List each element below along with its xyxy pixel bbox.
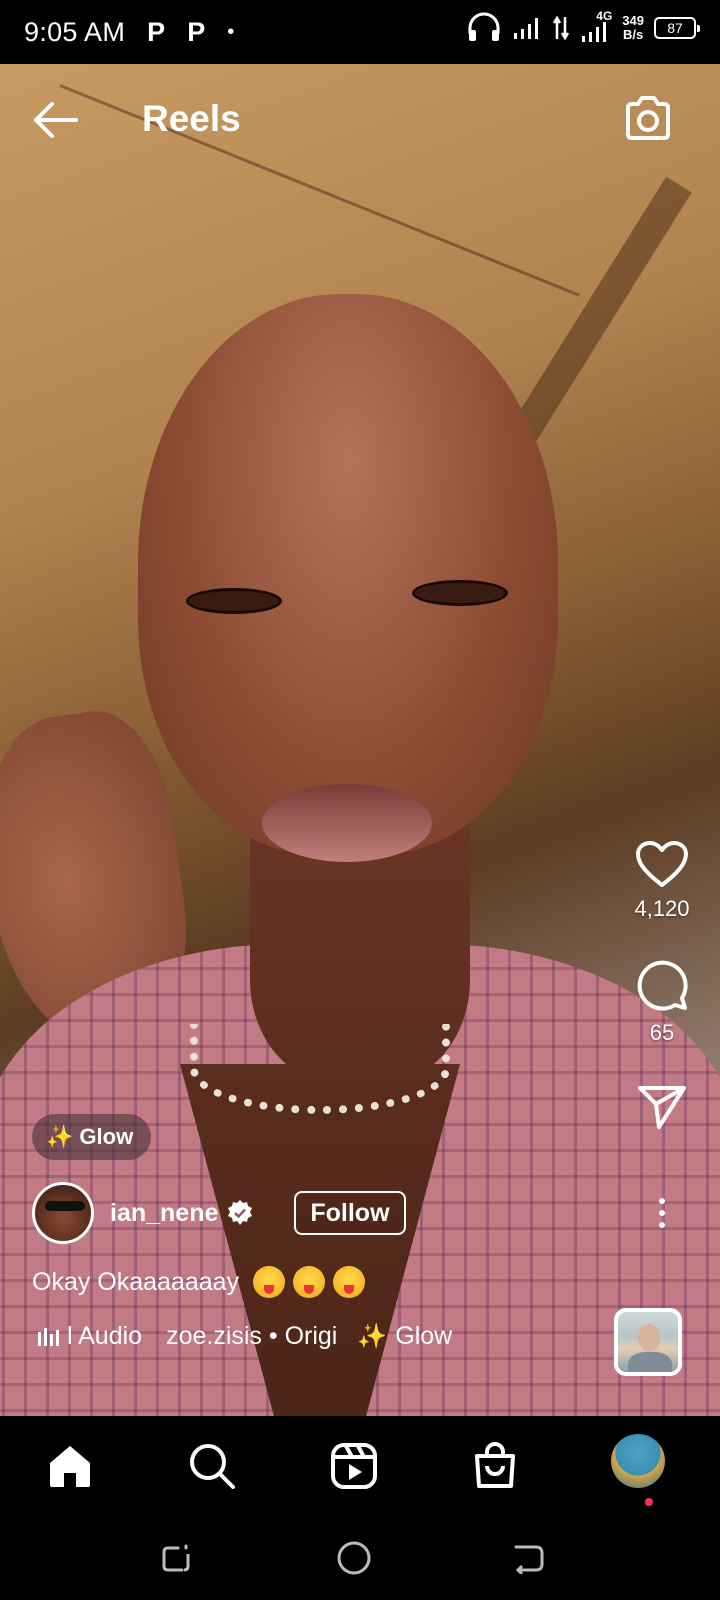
home-icon	[50, 1446, 90, 1487]
username[interactable]: ian_nene	[110, 1199, 218, 1228]
like-action[interactable]: 4,120	[634, 840, 690, 922]
send-icon[interactable]	[637, 1084, 687, 1130]
necklace	[190, 1024, 450, 1114]
effect-badge[interactable]: ✨ Glow	[32, 1114, 152, 1160]
network-type: 4G	[580, 9, 612, 43]
effect-label: Glow	[79, 1124, 134, 1149]
comment-action[interactable]: 65	[635, 958, 689, 1046]
search-icon	[190, 1444, 235, 1489]
nav-reels[interactable]	[328, 1440, 380, 1492]
more-dot-icon	[659, 1222, 665, 1228]
sparkle-icon: ✨	[357, 1323, 388, 1350]
comment-count: 65	[649, 1020, 675, 1045]
network-speed-value: 349	[622, 13, 644, 28]
zany-face-emoji-icon	[333, 1266, 366, 1298]
camera-button[interactable]	[622, 92, 674, 144]
home-circle-icon[interactable]	[336, 1540, 372, 1576]
like-count: 4,120	[634, 896, 690, 921]
caption[interactable]: Okay Okaaaaaaay	[32, 1266, 366, 1298]
more-options-button[interactable]	[645, 1192, 679, 1234]
verified-badge-icon	[228, 1200, 253, 1225]
back-nav-icon[interactable]	[512, 1542, 546, 1574]
more-dot-icon	[659, 1198, 665, 1204]
zany-face-emoji-icon	[293, 1266, 326, 1298]
caption-text: Okay Okaaaaaaay	[32, 1267, 240, 1296]
nav-profile-avatar[interactable]	[611, 1434, 665, 1488]
network-speed-unit: B/s	[623, 27, 644, 42]
notification-icon-p1: P	[147, 16, 166, 47]
system-nav-bar	[0, 1522, 720, 1600]
nav-home[interactable]	[44, 1440, 96, 1492]
signal-icon-1	[514, 18, 539, 39]
head	[138, 294, 558, 854]
audio-bars-icon	[38, 1327, 59, 1346]
audio-thumbnail[interactable]	[614, 1308, 682, 1376]
page-title: Reels	[142, 98, 241, 139]
camera-icon	[626, 96, 670, 140]
status-time: 9:05 AM	[24, 16, 126, 47]
back-button[interactable]	[30, 98, 80, 142]
lips	[262, 784, 432, 862]
zany-face-emoji-icon	[253, 1266, 286, 1298]
audio-row: l Audio zoe.zisis • Origi ✨ Glow	[38, 1322, 452, 1351]
action-column: 4,120 65	[612, 840, 712, 1234]
heart-icon[interactable]	[635, 840, 689, 888]
notification-dot	[645, 1498, 653, 1506]
audio-label[interactable]: l Audio	[67, 1322, 142, 1351]
audio-attribution[interactable]: zoe.zisis • Origi	[166, 1322, 337, 1351]
comment-icon[interactable]	[635, 958, 689, 1012]
status-right: 4G 349 B/s 87	[466, 9, 700, 44]
battery-icon: 87	[654, 17, 700, 39]
ceiling-beam	[507, 176, 692, 447]
battery-level: 87	[667, 20, 683, 36]
more-dot-icon	[659, 1210, 665, 1216]
nav-shop[interactable]	[469, 1440, 521, 1492]
signal-icon-2	[582, 22, 607, 42]
data-transfer-icon	[553, 15, 570, 41]
reels-header: Reels	[0, 64, 720, 174]
follow-button[interactable]: Follow	[294, 1191, 406, 1235]
more-notifications-dot: •	[227, 20, 235, 43]
shop-icon	[475, 1442, 515, 1488]
headphones-icon	[468, 12, 500, 41]
sparkle-icon: ✨	[46, 1124, 74, 1149]
avatar[interactable]	[32, 1182, 94, 1244]
effect-link[interactable]: Glow	[395, 1322, 452, 1351]
nav-search[interactable]	[186, 1440, 238, 1492]
right-eye	[412, 580, 508, 606]
arrow-left-icon	[34, 102, 78, 138]
network-speed: 349 B/s	[622, 14, 644, 42]
status-bar: 9:05 AM P P • 4G 349 B/s 87	[0, 0, 720, 64]
reels-icon	[331, 1443, 377, 1489]
thumbnail-person-body	[628, 1352, 672, 1372]
thumbnail-person-face	[638, 1324, 660, 1352]
notification-icon-p2: P	[187, 16, 206, 47]
bottom-nav	[0, 1416, 720, 1522]
share-action[interactable]	[637, 1084, 687, 1130]
left-eye	[186, 588, 282, 614]
author-row: ian_nene Follow	[32, 1182, 406, 1244]
recent-apps-icon[interactable]	[160, 1542, 192, 1574]
